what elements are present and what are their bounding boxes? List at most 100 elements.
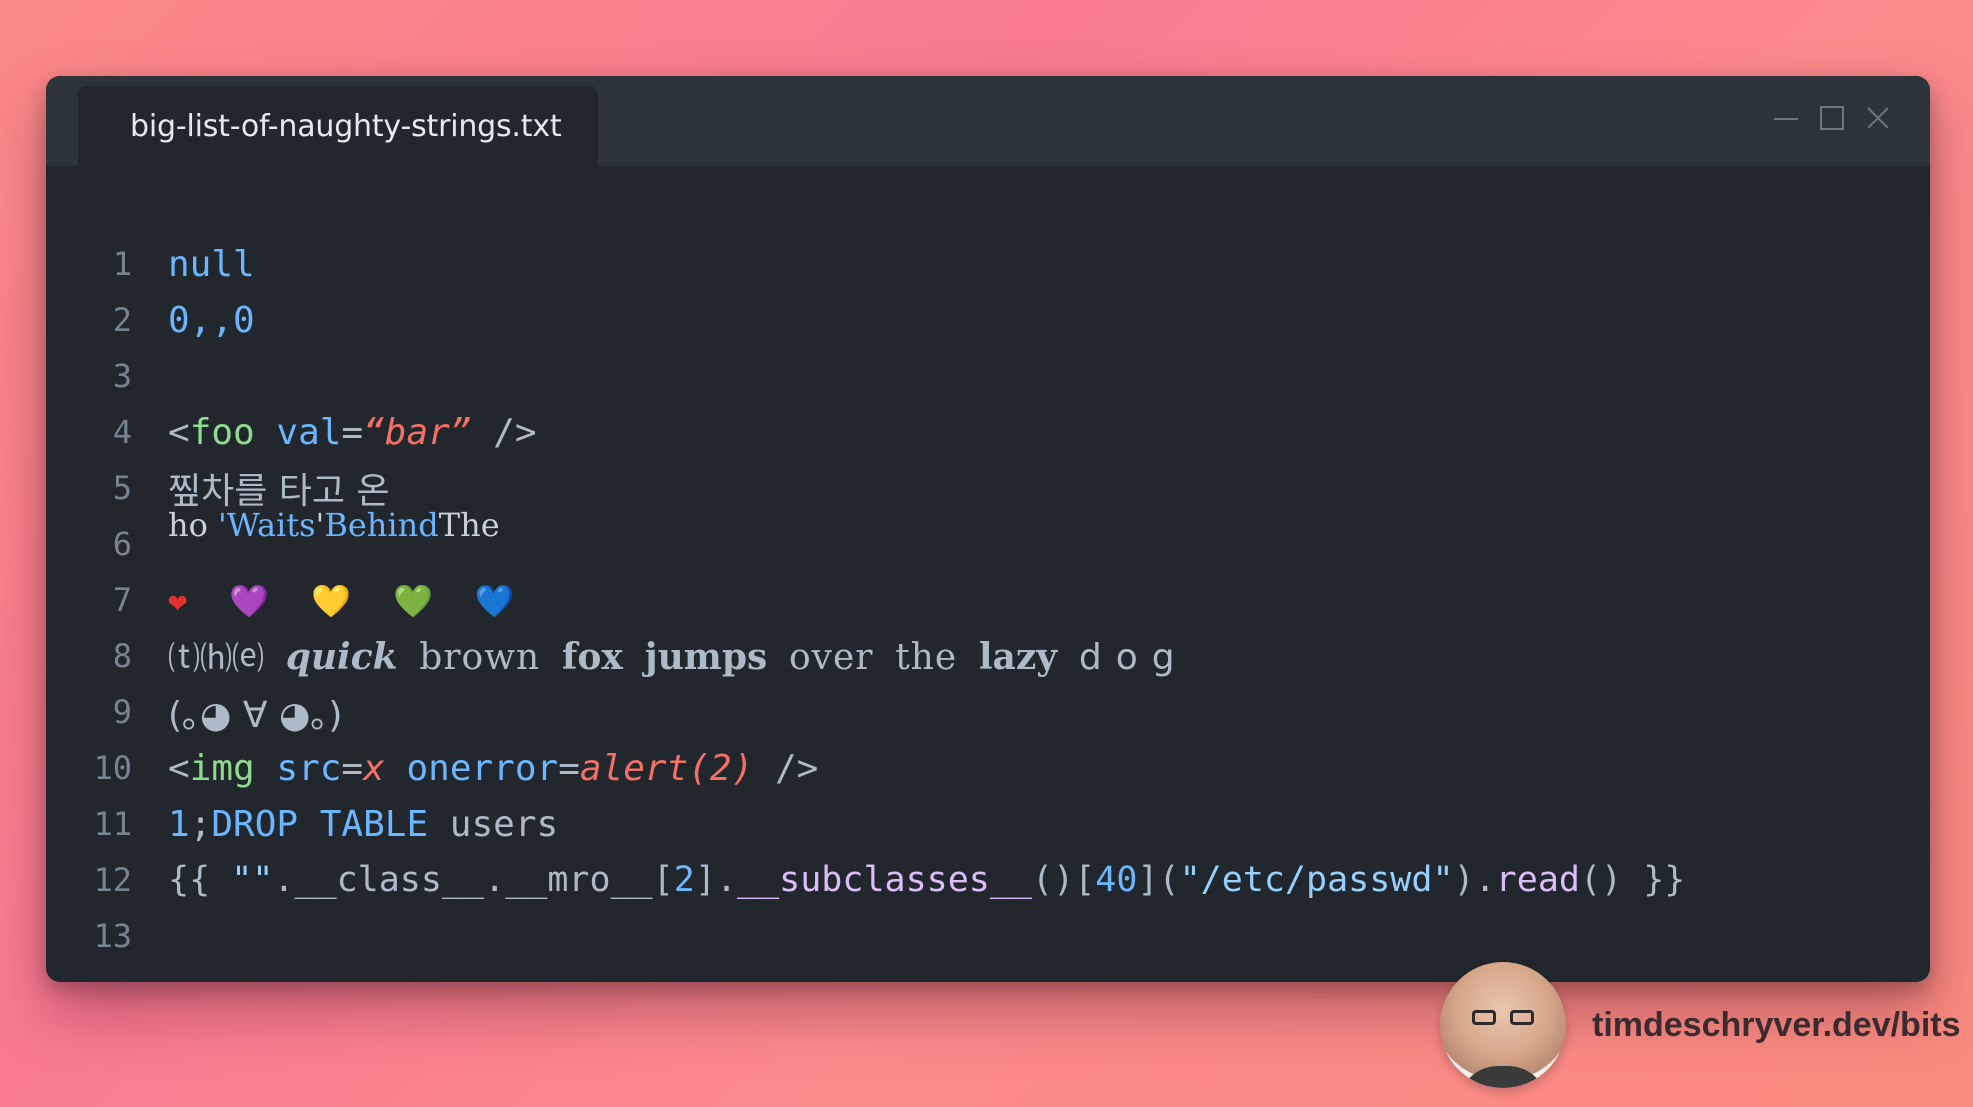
heart-blue-icon: 💙 xyxy=(474,581,515,620)
code-line-13: 13 xyxy=(46,908,1930,964)
dot: . xyxy=(715,860,738,900)
line-number: 10 xyxy=(93,749,132,787)
fancy-word: over xyxy=(788,637,874,678)
line-number: 2 xyxy=(112,301,132,339)
maximize-icon[interactable] xyxy=(1820,106,1844,130)
method-name: __subclasses__ xyxy=(737,860,1033,900)
line-number: 13 xyxy=(93,917,132,955)
zalgo-part: The xyxy=(438,506,500,544)
emoji-hearts: ❤ 💜 💛 💚 💙 xyxy=(168,580,557,621)
code-line-8: 8 ⒯⒣⒠ quick brown fox jumps over the laz… xyxy=(46,628,1930,684)
sql-keyword: DROP TABLE xyxy=(211,803,429,845)
tag-close: /> xyxy=(471,411,537,453)
code-line-4: 4 <foo val=“bar” /> xyxy=(46,404,1930,460)
line-number: 8 xyxy=(112,637,132,675)
line-number: 3 xyxy=(112,357,132,395)
window-controls xyxy=(1774,106,1890,130)
attr-value: “bar” xyxy=(363,411,472,453)
code-text: <foo val=“bar” /> xyxy=(168,412,537,453)
bracket: ] xyxy=(694,860,716,900)
attr-name: src xyxy=(254,747,342,789)
attr-eq: = xyxy=(341,411,364,453)
call-parens: () xyxy=(1579,860,1623,900)
bracket: [ xyxy=(652,860,674,900)
index-number: 2 xyxy=(673,860,695,900)
line-number: 11 xyxy=(93,805,132,843)
file-tab[interactable]: big-list-of-naughty-strings.txt xyxy=(78,86,598,166)
heart-purple-icon: 💜 xyxy=(229,581,270,620)
zalgo-part: ho xyxy=(168,506,219,544)
bracket: [ xyxy=(1074,860,1096,900)
line-number: 12 xyxy=(93,861,132,899)
line-number: 9 xyxy=(112,693,132,731)
glasses-icon xyxy=(1472,1010,1534,1026)
code-line-1: 1 null xyxy=(46,236,1930,292)
author-badge: timdeschryver.dev/bits xyxy=(1440,962,1961,1088)
dot: . xyxy=(273,860,295,900)
tag-bracket: < xyxy=(168,411,190,453)
zalgo-part: Behind xyxy=(324,506,439,544)
fancy-word: ⒯⒣⒠ xyxy=(168,639,265,677)
call-parens: ) xyxy=(1453,860,1475,900)
heart-green-icon: 💚 xyxy=(392,581,433,620)
template-close: }} xyxy=(1622,860,1686,900)
template-open: {{ xyxy=(168,860,232,900)
property: __mro__ xyxy=(505,860,653,900)
code-text: <img src=x onerror=alert(2) /> xyxy=(168,748,818,789)
title-bar: big-list-of-naughty-strings.txt xyxy=(46,76,1930,166)
code-line-6: 6 ho 'Waits'BehindThe xyxy=(46,506,1930,572)
sql-semicolon: ; xyxy=(189,803,212,845)
dot: . xyxy=(1474,860,1496,900)
code-line-10: 10 <img src=x onerror=alert(2) /> xyxy=(46,740,1930,796)
line-number: 4 xyxy=(112,413,132,451)
code-line-12: 12 {{ "".__class__.__mro__[2].__subclass… xyxy=(46,852,1930,908)
avatar xyxy=(1440,962,1566,1088)
zalgo-text: ho 'Waits'BehindThe xyxy=(168,506,500,582)
dot: . xyxy=(484,860,506,900)
index-number: 40 xyxy=(1095,860,1138,900)
tag-name: img xyxy=(189,747,255,789)
heart-red-icon: ❤ xyxy=(168,581,188,620)
code-line-7: 7 ❤ 💜 💛 💚 💙 xyxy=(46,572,1930,628)
code-text: (｡◕ ∀ ◕｡) xyxy=(168,695,343,736)
fancy-word: quick xyxy=(285,636,398,678)
editor-window: big-list-of-naughty-strings.txt 1 null 2… xyxy=(46,76,1930,982)
attr-eq: = xyxy=(341,747,364,789)
line-number: 6 xyxy=(112,525,132,563)
file-tab-title: big-list-of-naughty-strings.txt xyxy=(130,108,562,144)
fancy-word: jumps xyxy=(644,636,768,678)
sql-identifier: users xyxy=(428,803,559,845)
code-text: null xyxy=(168,243,255,285)
sql-number: 1 xyxy=(168,803,190,845)
code-text: 1;DROP TABLE users xyxy=(168,804,558,845)
fancy-word: lazy xyxy=(978,636,1058,678)
call-parens: () xyxy=(1032,860,1075,900)
code-line-3: 3 xyxy=(46,348,1930,404)
line-number: 1 xyxy=(112,245,132,283)
line-number: 7 xyxy=(112,581,132,619)
tag-name: foo xyxy=(189,411,255,453)
fancy-word: dog xyxy=(1078,637,1189,678)
code-line-2: 2 0,,0 xyxy=(46,292,1930,348)
attr-value: alert(2) xyxy=(579,747,754,789)
fancy-word: fox xyxy=(561,636,623,678)
close-icon[interactable] xyxy=(1866,106,1890,130)
code-line-9: 9 (｡◕ ∀ ◕｡) xyxy=(46,684,1930,740)
minimize-icon[interactable] xyxy=(1774,106,1798,130)
code-line-11: 11 1;DROP TABLE users xyxy=(46,796,1930,852)
code-text: {{ "".__class__.__mro__[2].__subclasses_… xyxy=(168,860,1685,900)
tag-close: /> xyxy=(753,747,819,789)
code-text: ⒯⒣⒠ quick brown fox jumps over the lazy … xyxy=(168,633,1189,679)
attr-name: onerror xyxy=(384,747,559,789)
tag-bracket: < xyxy=(168,747,190,789)
shirt-shape xyxy=(1458,1066,1548,1088)
attr-name: val xyxy=(254,411,342,453)
zalgo-part: 'Waits xyxy=(218,506,316,544)
code-text: 0,,0 xyxy=(168,299,255,341)
author-link[interactable]: timdeschryver.dev/bits xyxy=(1592,1006,1961,1045)
bracket: ]( xyxy=(1137,860,1180,900)
fancy-word: the xyxy=(895,637,958,678)
string-literal: "/etc/passwd" xyxy=(1179,860,1454,900)
property: __class__ xyxy=(294,860,485,900)
attr-value: x xyxy=(363,747,385,789)
